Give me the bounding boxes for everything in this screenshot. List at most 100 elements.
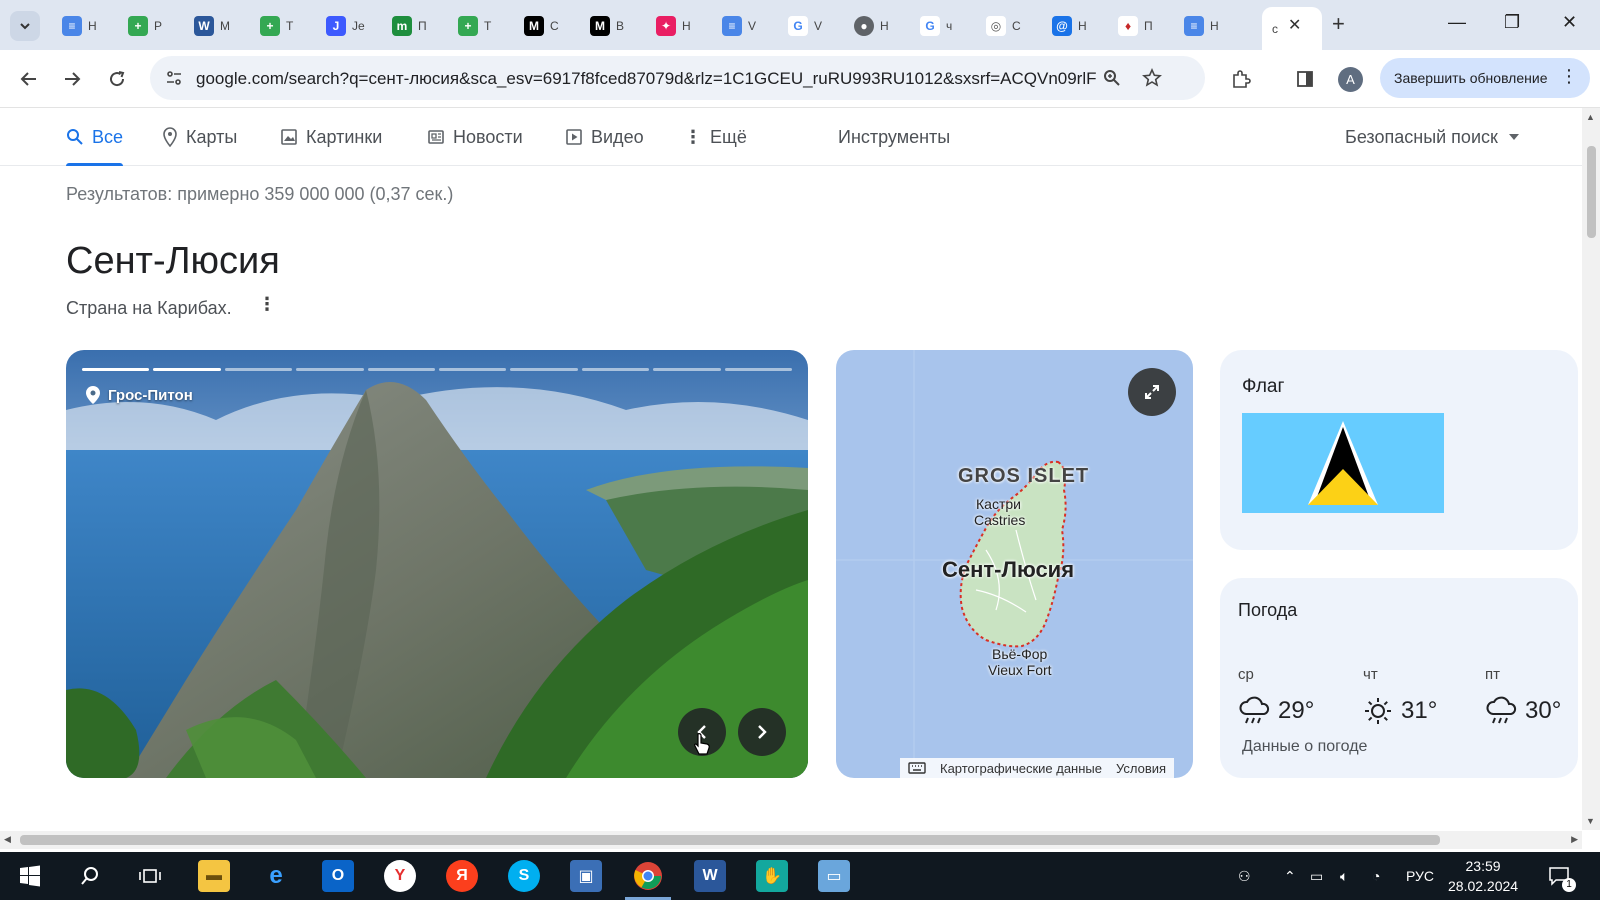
browser-tab[interactable]: Gч (910, 9, 972, 43)
browser-tab[interactable]: ✦ Н (646, 9, 708, 43)
finish-update-button[interactable]: Завершить обновление ⋮ (1380, 58, 1590, 98)
side-panel-button[interactable] (1290, 64, 1320, 94)
profile-avatar[interactable]: A (1338, 67, 1363, 92)
chevron-up-icon[interactable]: ⌃ (1284, 852, 1296, 900)
horizontal-scrollbar[interactable]: ◀ ▶ (0, 831, 1582, 849)
browser-tab[interactable]: ≡ V (712, 9, 774, 43)
yandex-browser-icon[interactable]: Y (384, 860, 416, 892)
windows-start-icon[interactable] (14, 860, 46, 892)
browser-tab[interactable]: ◎ С (976, 9, 1038, 43)
weather-day: ср (1238, 666, 1254, 683)
flag-card-title: Флаг (1242, 376, 1285, 397)
browser-tab[interactable]: + Т (250, 9, 312, 43)
new-tab-button[interactable]: + (1332, 11, 1345, 37)
word-icon[interactable]: W (694, 860, 726, 892)
tab-more[interactable]: ⋮ Ещё (684, 108, 747, 166)
tab-search-button[interactable] (10, 11, 40, 41)
browser-tab[interactable]: + Р (118, 9, 180, 43)
expand-map-button[interactable] (1128, 368, 1176, 416)
browser-tab[interactable]: mП (382, 9, 444, 43)
address-bar[interactable]: google.com/search?q=сент-люсия&sca_esv=6… (150, 56, 1205, 100)
forward-button[interactable] (57, 64, 87, 94)
reload-button[interactable] (102, 64, 132, 94)
task-view-icon[interactable] (134, 860, 166, 892)
browser-tab[interactable]: ≡ Н (52, 9, 114, 43)
browser-tab[interactable]: WМ (184, 9, 246, 43)
chrome-icon[interactable] (632, 860, 664, 892)
scroll-right-icon[interactable]: ▶ (1571, 834, 1578, 845)
tab-label: Новости (453, 126, 523, 147)
url-text[interactable]: google.com/search?q=сент-люсия&sca_esv=6… (196, 69, 1096, 89)
browser-tab[interactable]: + Т (448, 9, 510, 43)
people-icon[interactable]: ⚇ (1238, 852, 1251, 900)
scroll-down-icon[interactable]: ▼ (1586, 816, 1595, 826)
yandex-icon[interactable]: Я (446, 860, 478, 892)
wifi-icon[interactable]: ◔ (1372, 852, 1380, 900)
entity-title: Сент-Люсия (66, 240, 280, 282)
file-explorer-icon[interactable]: ▬ (198, 860, 230, 892)
progress-segment (153, 368, 221, 371)
teams-like-app-icon[interactable]: ✋ (756, 860, 788, 892)
close-window-button[interactable]: ✕ (1562, 12, 1577, 33)
map-panel[interactable]: GROS ISLET Кастри Castries Сент-Люсия Вь… (836, 350, 1193, 778)
more-options-icon[interactable]: ⋮ (258, 294, 276, 315)
tools-button[interactable]: Инструменты (838, 108, 950, 166)
internet-explorer-icon[interactable]: e (260, 860, 292, 892)
remote-desktop-icon[interactable]: ▣ (570, 860, 602, 892)
extensions-button[interactable] (1226, 64, 1256, 94)
close-tab-icon[interactable]: ✕ (1288, 15, 1301, 35)
bookmark-star-icon[interactable] (1142, 68, 1162, 88)
browser-tab[interactable]: ≡ Н (1174, 9, 1236, 43)
notification-center-icon[interactable]: 1 (1548, 852, 1576, 900)
taskbar-clock[interactable]: 23:59 28.02.2024 (1448, 856, 1518, 896)
map-data-link[interactable]: Картографические данные (940, 761, 1102, 776)
photo-caption[interactable]: Грос-Питон (86, 386, 193, 404)
outlook-icon[interactable]: O (322, 860, 354, 892)
tab-images[interactable]: Картинки (280, 108, 382, 166)
input-language[interactable]: РУС (1406, 852, 1434, 900)
search-icon[interactable] (74, 860, 106, 892)
vertical-scrollbar[interactable]: ▲ ▼ (1582, 108, 1600, 830)
tab-news[interactable]: Новости (427, 108, 523, 166)
scroll-left-icon[interactable]: ◀ (4, 834, 11, 845)
battery-icon[interactable]: ▭ (1310, 852, 1323, 900)
minimize-button[interactable]: — (1448, 12, 1466, 33)
back-button[interactable] (14, 64, 44, 94)
browser-tab[interactable]: ♦ П (1108, 9, 1170, 43)
browser-tab[interactable]: ● Н (844, 9, 906, 43)
weather-card[interactable]: Погода ср 29° чт 31° пт 30° Данные о пог… (1220, 578, 1578, 778)
map-label-castries-ru: Кастри (976, 496, 1021, 512)
weather-source-link[interactable]: Данные о погоде (1242, 738, 1367, 756)
restore-button[interactable]: ❐ (1504, 12, 1520, 33)
google-icon: G (920, 16, 940, 36)
browser-tab[interactable]: MВ (580, 9, 642, 43)
horizontal-scroll-thumb[interactable] (20, 835, 1440, 845)
progress-segment (224, 368, 293, 371)
tab-title: Н (880, 19, 889, 33)
chevron-right-icon (758, 725, 767, 739)
site-settings-icon[interactable] (164, 68, 184, 88)
browser-tab[interactable]: GV (778, 9, 840, 43)
tab-title: Т (484, 19, 492, 33)
browser-tab[interactable]: MС (514, 9, 576, 43)
tab-maps[interactable]: Карты (162, 108, 237, 166)
volume-icon[interactable]: 🔈︎ (1340, 852, 1348, 900)
photo-carousel[interactable]: Грос-Питон (66, 350, 808, 778)
keyboard-icon[interactable] (908, 762, 926, 774)
browser-tab[interactable]: @ Н (1042, 9, 1104, 43)
flag-card[interactable]: Флаг (1220, 350, 1578, 550)
clock-date: 28.02.2024 (1448, 878, 1519, 894)
tab-video[interactable]: Видео (565, 108, 644, 166)
photos-app-icon[interactable]: ▭ (818, 860, 850, 892)
skype-icon[interactable]: S (508, 860, 540, 892)
map-terms-link[interactable]: Условия (1116, 761, 1166, 776)
vertical-scroll-thumb[interactable] (1587, 146, 1596, 238)
weather-temp: 29° (1278, 697, 1315, 724)
scroll-up-icon[interactable]: ▲ (1586, 112, 1595, 122)
next-photo-button[interactable] (738, 708, 786, 756)
browser-tab[interactable]: J Je (316, 9, 378, 43)
mouse-cursor-icon (694, 733, 710, 755)
tab-all[interactable]: Все (66, 108, 124, 166)
safe-search-dropdown[interactable]: Безопасный поиск (1345, 108, 1520, 166)
zoom-icon[interactable] (1102, 68, 1122, 88)
